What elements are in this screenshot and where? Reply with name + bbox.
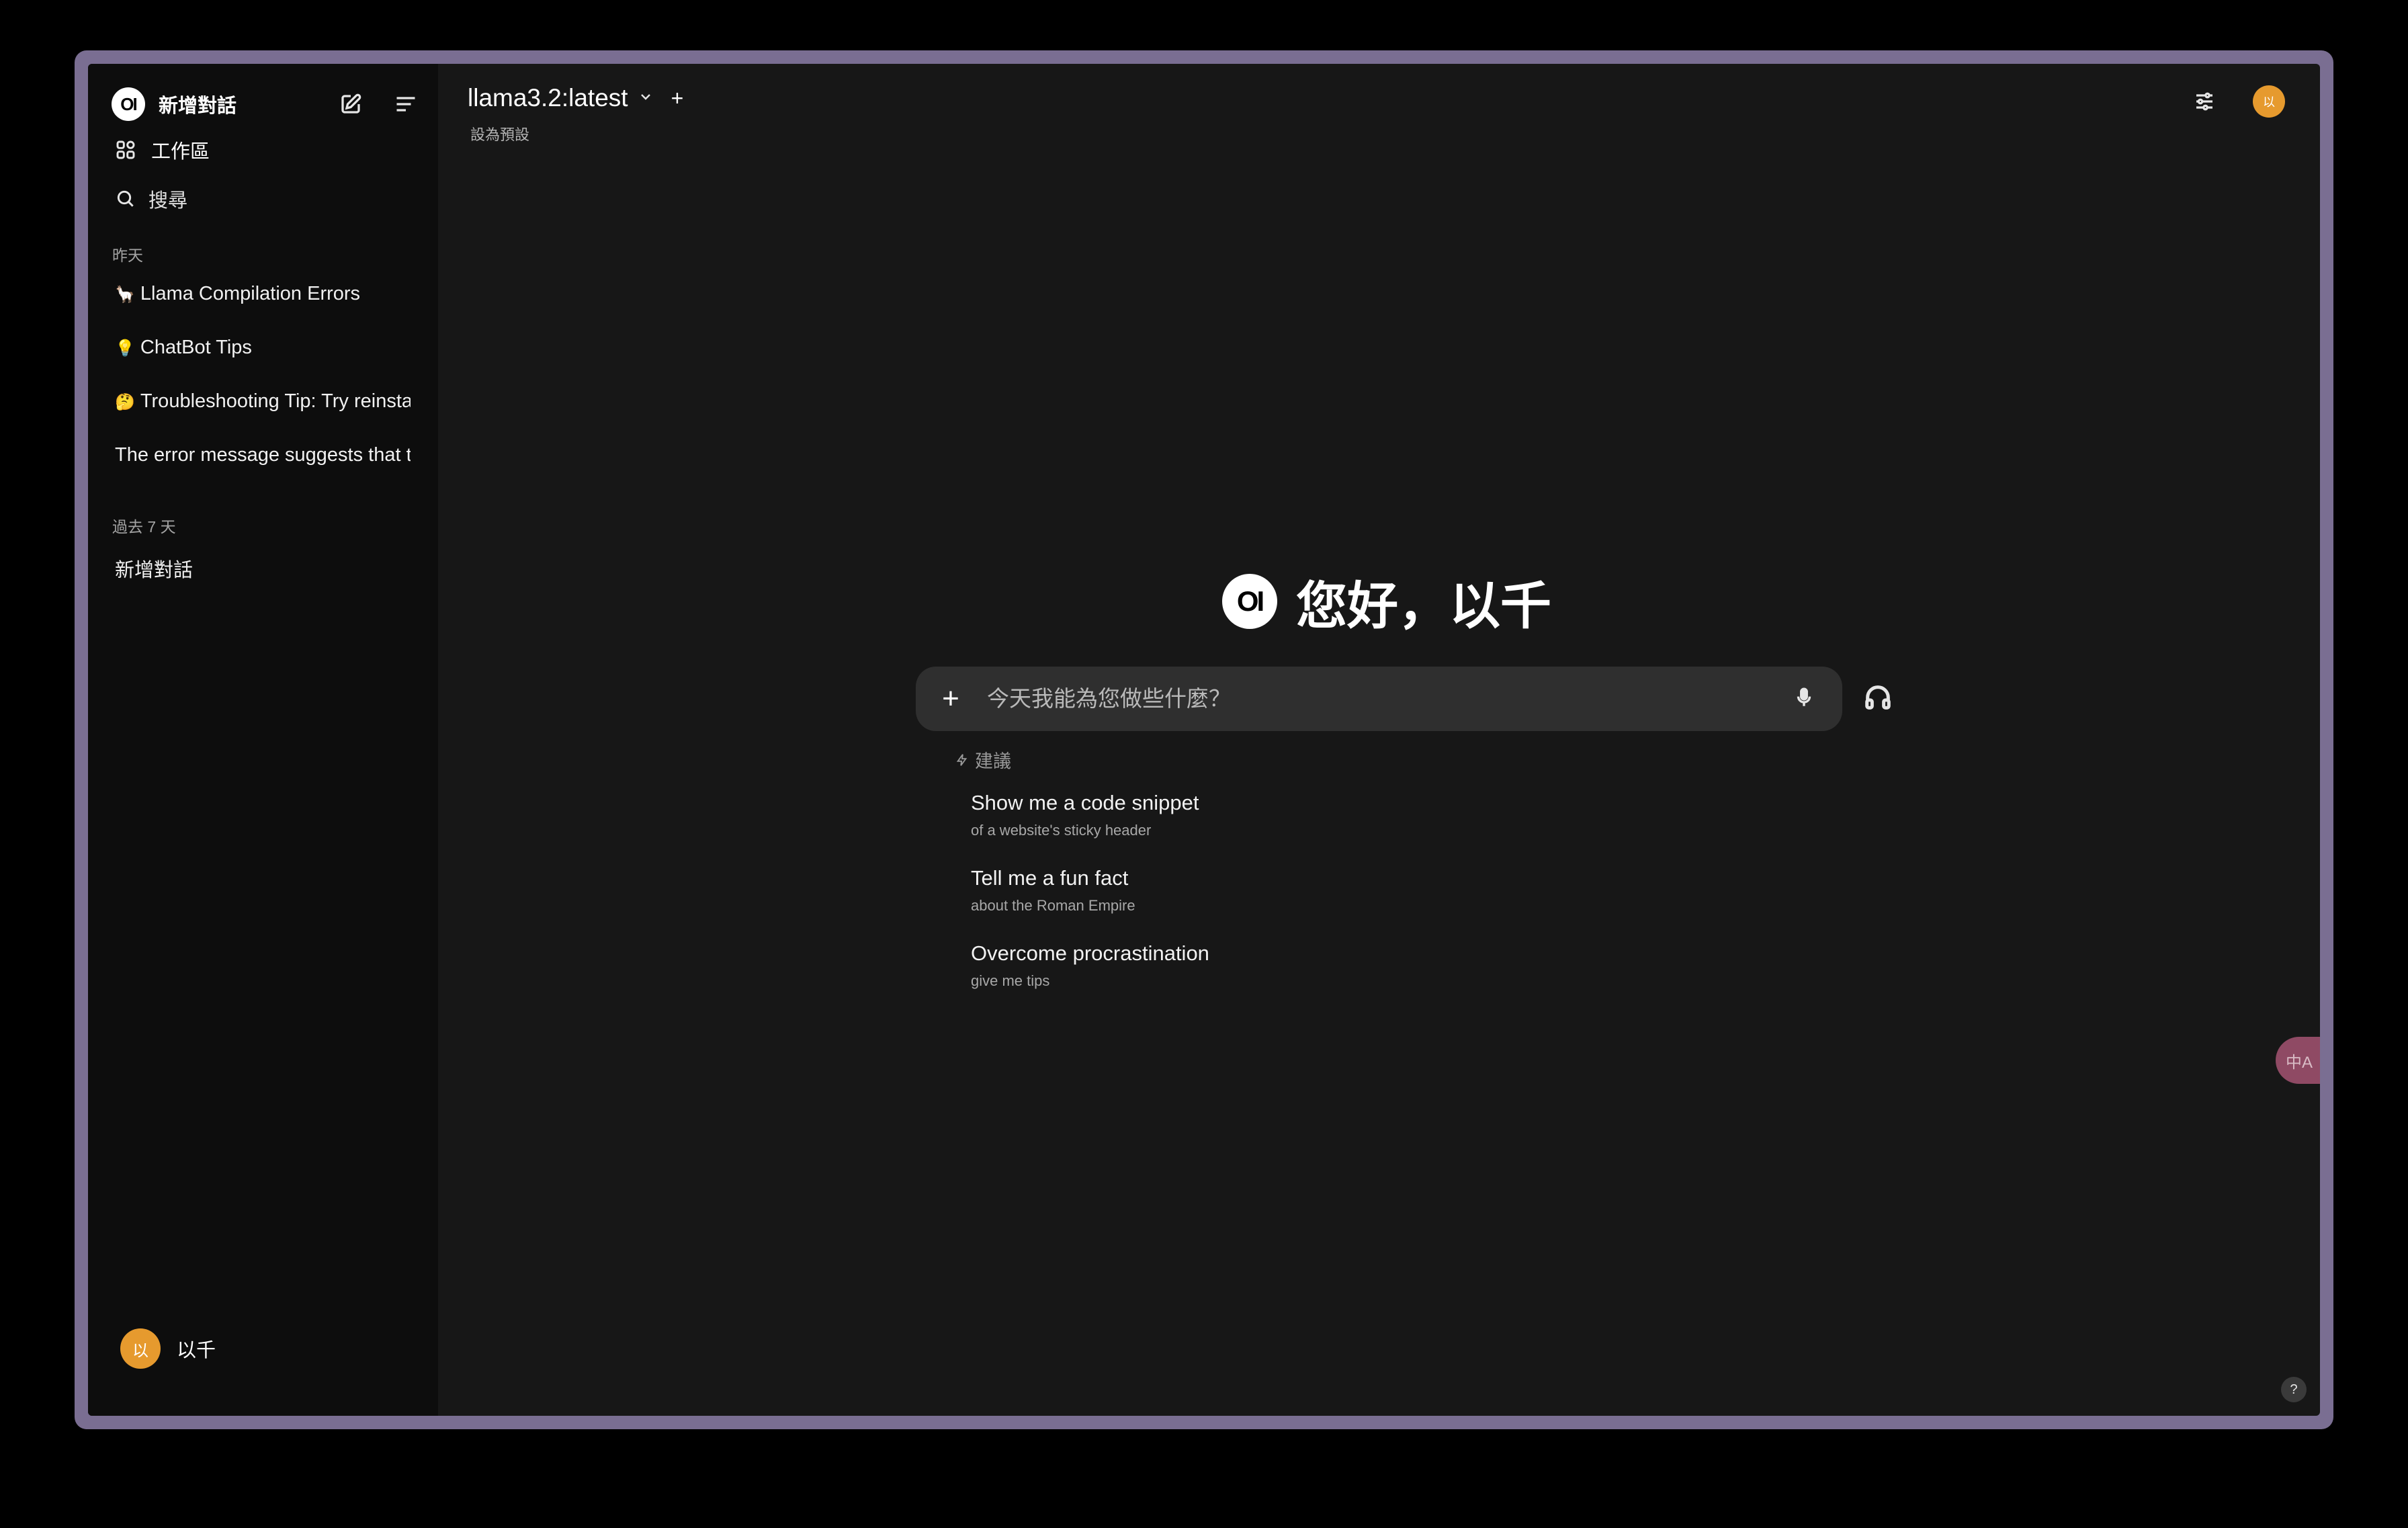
app-window: OI 新增對話 工作區 搜尋 昨天 🦙 Llama Compilation Er… — [88, 64, 2320, 1416]
voice-mode-button[interactable] — [1862, 682, 1893, 716]
suggestion-subtitle: of a website's sticky header — [971, 822, 1152, 839]
lightbulb-emoji-icon: 💡 — [115, 339, 135, 357]
main-panel: llama3.2:latest + 設為預設 以 OI 您好，以千 + 今天我能… — [438, 64, 2320, 1416]
sidebar: OI 新增對話 工作區 搜尋 昨天 🦙 Llama Compilation Er… — [88, 64, 438, 1416]
sidebar-item-label: 工作區 — [151, 141, 210, 163]
section-label-yesterday: 昨天 — [112, 247, 143, 264]
suggestion-title: Overcome procrastination — [971, 941, 1209, 965]
thinking-emoji-icon: 🤔 — [115, 393, 135, 411]
app-logo[interactable]: OI — [112, 87, 145, 121]
section-label-past-7-days: 過去 7 天 — [112, 518, 176, 536]
chat-title: Llama Compilation Errors — [140, 283, 361, 304]
chat-title: The error message suggests that the — [115, 444, 411, 466]
sliders-icon — [2196, 92, 2212, 111]
sidebar-item-search[interactable]: 搜尋 — [115, 181, 411, 216]
suggestion-title: Tell me a fun fact — [971, 866, 1129, 890]
microphone-icon — [1797, 687, 1811, 706]
controls-button[interactable] — [2190, 87, 2219, 116]
chat-title: Troubleshooting Tip: Try reinstalling — [140, 390, 411, 412]
translate-icon[interactable]: 中A — [2276, 1037, 2320, 1084]
suggestion-title: Show me a code snippet — [971, 791, 1199, 814]
set-default-link[interactable]: 設為預設 — [470, 123, 529, 144]
suggestion-item[interactable]: Overcome procrastination give me tips — [971, 941, 1209, 990]
sidebar-item-label: 搜尋 — [148, 190, 188, 212]
suggestions-header: 建議 — [955, 747, 1011, 773]
pencil-square-icon — [341, 93, 361, 114]
chevron-down-icon[interactable] — [638, 89, 654, 108]
model-selector[interactable]: llama3.2:latest + — [468, 84, 683, 112]
suggestion-item[interactable]: Show me a code snippet of a website's st… — [971, 791, 1199, 839]
sidebar-header: OI 新增對話 — [112, 85, 421, 123]
app-logo: OI — [1222, 574, 1277, 629]
suggestion-subtitle: give me tips — [971, 972, 1050, 989]
attach-plus-button[interactable]: + — [936, 684, 965, 714]
suggestions-label: 建議 — [975, 751, 1011, 771]
user-name: 以千 — [177, 1340, 216, 1361]
grid-icon — [116, 140, 135, 159]
new-chat-link[interactable]: 新增對話 — [159, 90, 236, 118]
greeting: OI 您好，以千 — [1222, 564, 1551, 638]
help-button[interactable]: ? — [2281, 1377, 2307, 1402]
greeting-text: 您好，以千 — [1296, 578, 1551, 635]
new-chat-button[interactable] — [336, 89, 366, 119]
microphone-button[interactable] — [1793, 686, 1815, 712]
suggestion-item[interactable]: Tell me a fun fact about the Roman Empir… — [971, 866, 1135, 915]
sidebar-item-workspace[interactable]: 工作區 — [115, 132, 411, 167]
add-model-button[interactable]: + — [671, 87, 684, 109]
model-name: llama3.2:latest — [468, 84, 628, 112]
headphones-icon — [1865, 685, 1891, 710]
avatar: 以 — [120, 1328, 161, 1369]
lightning-icon — [956, 753, 968, 766]
chat-input-box: + — [916, 667, 1842, 731]
user-menu[interactable]: 以 以千 — [120, 1328, 216, 1369]
suggestion-subtitle: about the Roman Empire — [971, 897, 1135, 914]
llama-emoji-icon: 🦙 — [115, 286, 135, 304]
chat-title: 新增對話 — [115, 560, 194, 581]
avatar[interactable]: 以 — [2253, 85, 2285, 118]
menu-lines-icon — [396, 97, 415, 112]
toggle-sidebar-button[interactable] — [391, 89, 421, 119]
search-icon — [117, 190, 134, 207]
chat-input[interactable] — [987, 686, 1793, 712]
chat-title: ChatBot Tips — [140, 337, 252, 358]
